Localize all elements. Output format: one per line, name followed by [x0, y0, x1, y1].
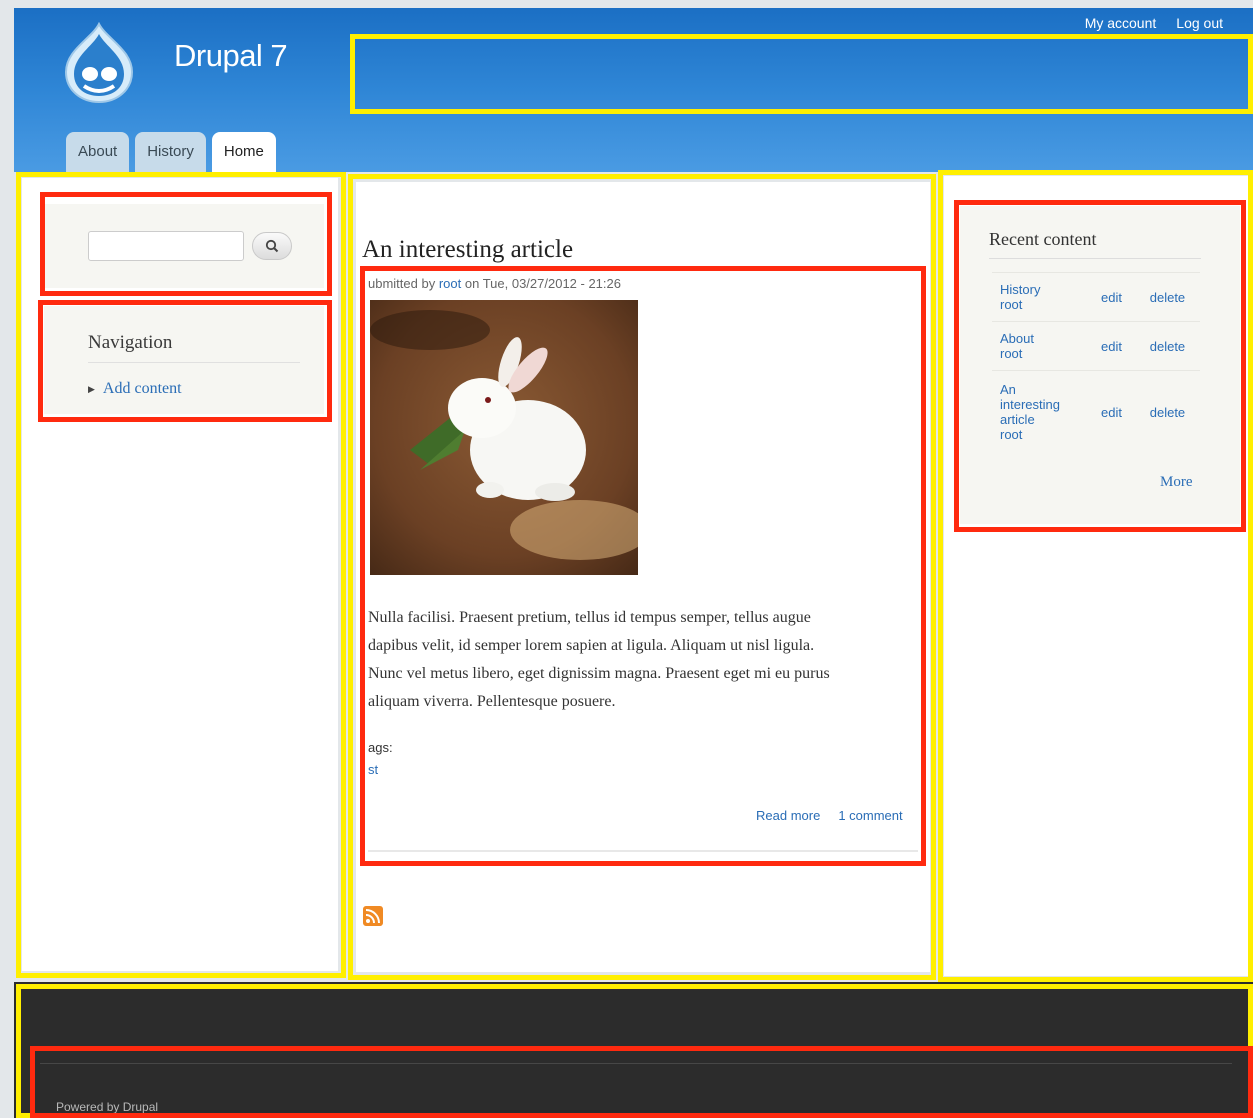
highlight-box-article [360, 266, 926, 866]
highlight-box-recent-content [954, 200, 1246, 532]
highlight-box-header-region [350, 34, 1253, 114]
tab-home[interactable]: Home [211, 132, 276, 173]
log-out-link[interactable]: Log out [1176, 15, 1223, 31]
tab-about[interactable]: About [66, 132, 130, 172]
tab-history[interactable]: History [135, 132, 206, 172]
highlight-box-search-block [40, 192, 332, 296]
main-menu-tabs: About History Home [66, 132, 276, 173]
highlight-box-footer-region [30, 1046, 1253, 1118]
highlight-box-navigation-block [38, 300, 332, 422]
my-account-link[interactable]: My account [1085, 15, 1157, 31]
site-name[interactable]: Drupal 7 [174, 38, 288, 74]
secondary-menu: My account Log out [1085, 15, 1223, 31]
drupal-logo-icon[interactable] [62, 22, 136, 104]
